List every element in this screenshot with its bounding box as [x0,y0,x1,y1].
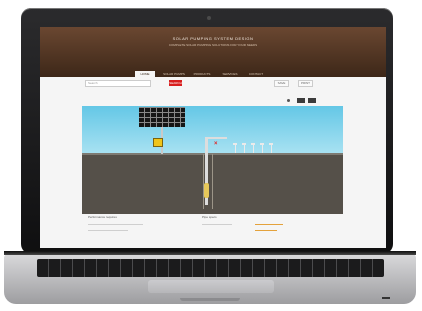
laptop-screen: SOLAR PUMPING SYSTEM DESIGN COMPLETE SOL… [40,27,386,248]
site-header [40,27,386,77]
tab-contact[interactable]: CONTACT [246,71,266,77]
print-button[interactable]: PRINT [298,80,313,87]
tab-products[interactable]: PRODUCTS [191,71,213,77]
site-title: SOLAR PUMPING SYSTEM DESIGN [172,36,254,41]
well-casing [203,154,213,209]
orange-indicator [255,230,277,231]
pager-dot-icon[interactable] [287,99,290,102]
close-icon[interactable]: × [214,141,219,147]
site-subtitle: COMPLETE SOLAR PUMPING SOLUTIONS FOR YOU… [168,43,258,47]
tab-solar-pumps[interactable]: SOLAR PUMPS [162,71,186,77]
left-section-heading: Performance requires [88,215,117,219]
view-button-1[interactable] [297,98,305,103]
sprinkler-icon [271,145,272,153]
diagram-sky [82,106,343,154]
trackpad [148,280,274,293]
left-divider [88,224,143,225]
sprinkler-icon [235,145,236,153]
view-button-2[interactable] [308,98,316,103]
submersible-pump-icon[interactable] [204,183,209,198]
sleep-indicator [382,297,390,299]
sprinkler-head-icon [233,143,237,145]
laptop-hinge [4,251,416,255]
left-field-line [88,230,128,231]
sprinkler-head-icon [260,143,264,145]
save-button[interactable]: SAVE [274,80,289,87]
search-button[interactable]: SEARCH [169,80,182,86]
front-notch [180,298,240,301]
solar-panel-icon[interactable] [139,107,185,127]
keyboard [37,259,384,277]
search-input[interactable]: Search [85,80,151,87]
right-section-heading: Pipe specs [202,215,217,219]
sprinkler-icon [253,145,254,153]
camera-icon [207,16,211,20]
tab-home[interactable]: HOME [135,71,155,77]
sprinkler-head-icon [242,143,246,145]
horizontal-pipe [205,137,227,139]
right-divider [202,224,232,225]
sprinkler-head-icon [269,143,273,145]
sprinkler-icon [244,145,245,153]
nav-tabs: HOME SOLAR PUMPS PRODUCTS SERVICES CONTA… [40,71,386,77]
tab-services[interactable]: SERVICES [219,71,241,77]
sprinkler-icon [262,145,263,153]
pump-controller-icon[interactable] [153,138,163,147]
sprinkler-head-icon [251,143,255,145]
orange-indicator [255,224,283,225]
